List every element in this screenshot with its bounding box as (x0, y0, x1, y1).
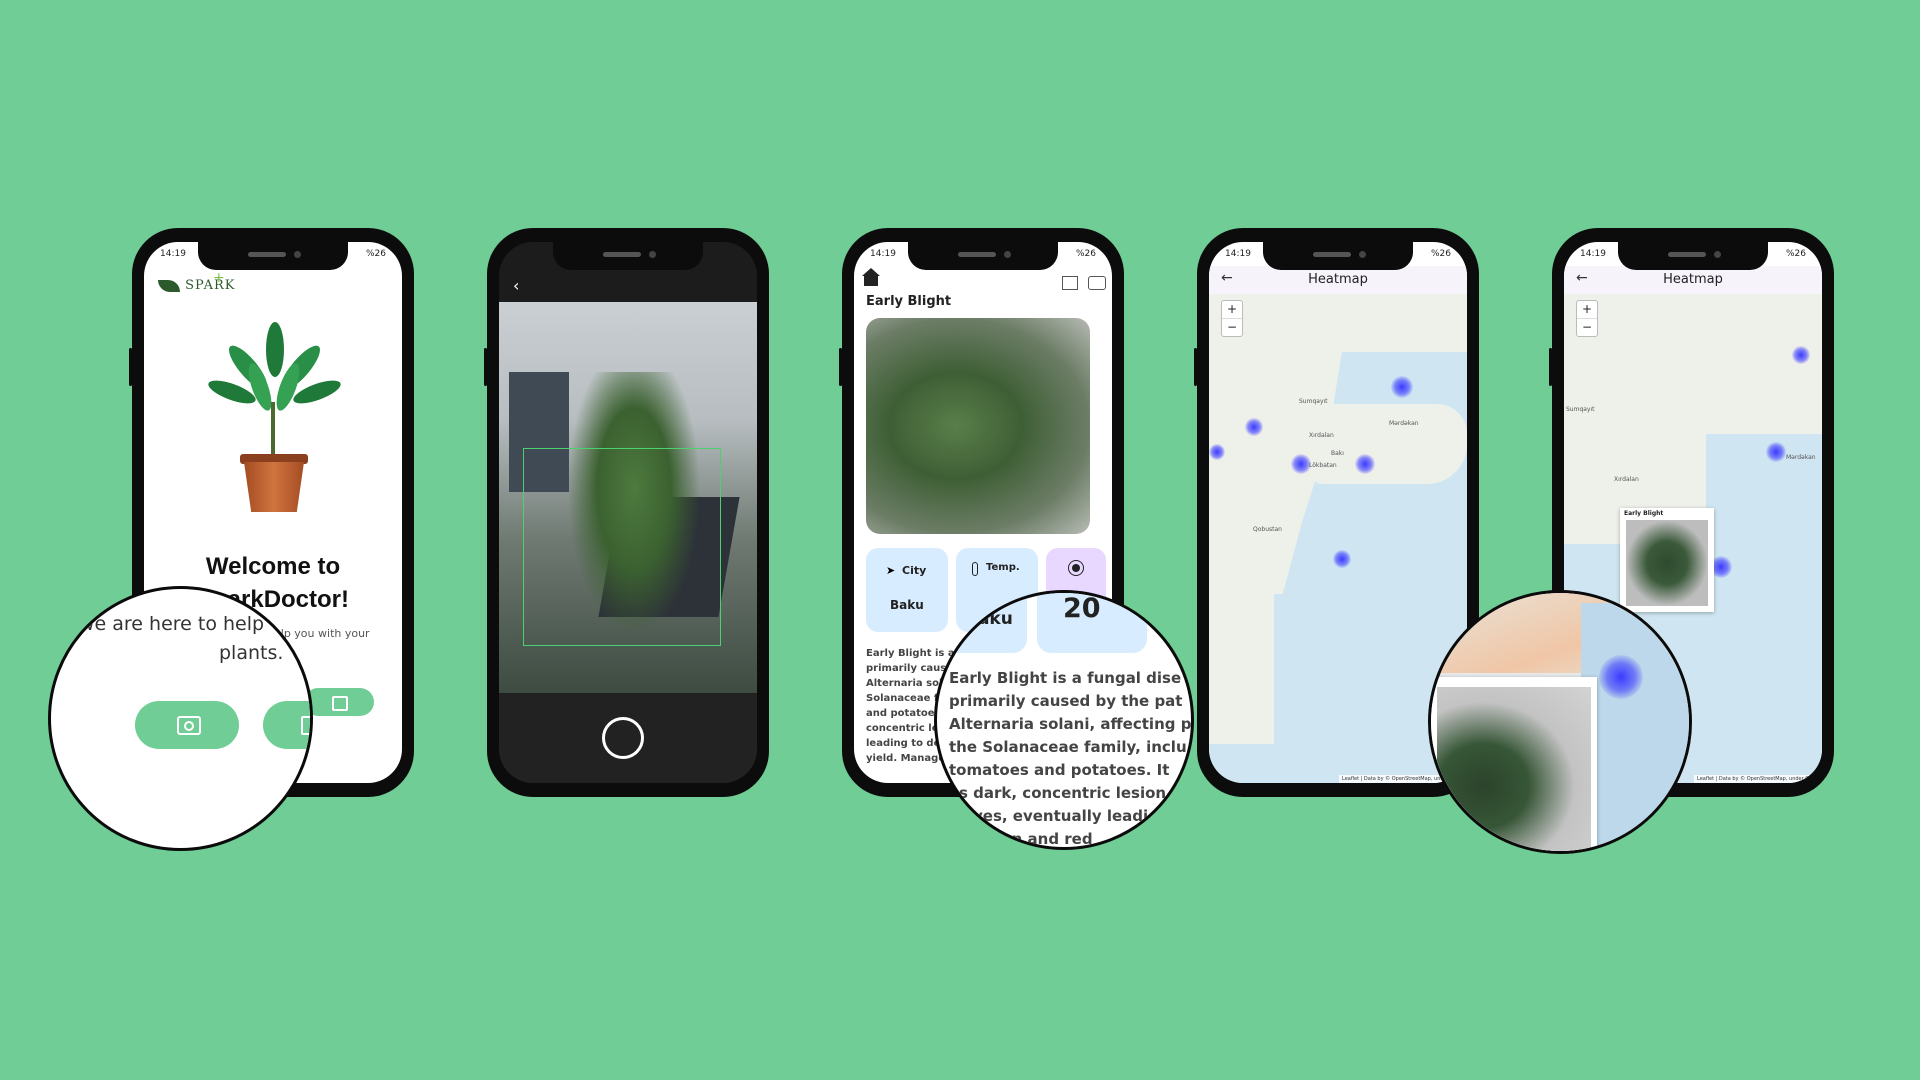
app-bar: ← Heatmap (1564, 266, 1822, 294)
status-battery: %26 (1785, 249, 1806, 259)
zoom-in-button[interactable]: + (1222, 301, 1242, 319)
magnified-description: Early Blight is a fungal dise primarily … (949, 667, 1192, 848)
camera-preview (499, 302, 757, 697)
magnifier-popup (1428, 590, 1692, 854)
phone-notch (1263, 242, 1413, 270)
camera-icon (177, 716, 201, 735)
place-label: Lökbatan (1309, 462, 1337, 469)
magnified-line: s dark, concentric lesion (959, 784, 1167, 802)
status-time: 14:19 (160, 249, 186, 259)
magnified-subtitle-line1: we are here to help (79, 613, 265, 635)
heatmap-screen: 14:19 %26 ← Heatmap Sumqayıt Xırdalan Ba… (1209, 242, 1467, 783)
heatmap-point (1599, 655, 1643, 699)
place-label: Sumqayıt (1299, 398, 1328, 405)
place-label: Mərdəkan (1786, 454, 1816, 461)
heatmap-title: Heatmap (1663, 272, 1723, 287)
status-time: 14:19 (870, 249, 896, 259)
camera-screen: ‹ (499, 242, 757, 783)
zoom-control: + − (1576, 300, 1598, 337)
city-card: ➤ City Baku (866, 548, 948, 632)
magnified-line: ves, eventually leadi (973, 807, 1149, 825)
zoom-out-button[interactable]: − (1577, 319, 1597, 336)
city-label: City (902, 564, 927, 577)
place-label: Xırdalan (1614, 476, 1639, 483)
magnified-popup-photo (1437, 687, 1591, 851)
city-value: Baku (890, 598, 924, 612)
disease-photo (866, 318, 1090, 534)
place-label: Mərdəkan (1389, 420, 1419, 427)
status-time: 14:19 (1580, 249, 1606, 259)
temp-label: Temp. (986, 562, 1020, 573)
camera-controls (499, 693, 757, 783)
place-label: Sumqayıt (1566, 406, 1595, 413)
magnifier-welcome: we are here to help plants. (48, 586, 313, 851)
magnified-line: tion and red (989, 830, 1093, 848)
open-book-button[interactable] (304, 688, 374, 716)
place-label: Bakı (1331, 450, 1344, 457)
magnified-line: tomatoes and potatoes. It (949, 761, 1170, 779)
zoom-in-button[interactable]: + (1577, 301, 1597, 319)
camera-icon[interactable] (1088, 276, 1106, 290)
heatmap-point (1391, 376, 1413, 398)
magnified-city-value: Baku (965, 609, 1013, 629)
plant-illustration (204, 322, 344, 522)
phone-notch (1618, 242, 1768, 270)
status-battery: %26 (1075, 249, 1096, 259)
phone-notch (553, 242, 703, 270)
zoom-out-button[interactable]: − (1222, 319, 1242, 336)
magnified-line: Early Blight is a fungal dise (949, 669, 1182, 687)
scan-frame (523, 448, 721, 646)
heatmap-point (1209, 444, 1225, 460)
leaf-icon (158, 279, 180, 292)
magnified-subtitle-line2: plants. (219, 642, 284, 664)
place-label: Qobustan (1253, 526, 1282, 533)
spark-logo: SPARK + (158, 270, 236, 293)
book-icon (301, 716, 310, 735)
heatmap-point (1792, 346, 1810, 364)
heatmap-point (1245, 418, 1263, 436)
heatmap-point (1766, 442, 1786, 462)
disease-title: Early Blight (866, 294, 952, 309)
sun-icon (1072, 564, 1080, 572)
logo-text: SPARK (185, 278, 236, 293)
guide-button[interactable] (263, 701, 310, 749)
navigation-icon: ➤ (886, 564, 896, 577)
magnified-weather-value: 20 (1063, 593, 1101, 624)
status-battery: %26 (1430, 249, 1451, 259)
popup-title: Early Blight (1624, 510, 1664, 517)
magnified-card-temp: 20 Baku (937, 593, 1027, 653)
magnified-popup (1431, 677, 1597, 851)
home-icon[interactable] (862, 268, 880, 286)
zoom-control: + − (1221, 300, 1243, 337)
book-icon (332, 696, 348, 711)
phone-camera: ‹ (484, 228, 769, 797)
thermometer-icon (972, 562, 978, 576)
plus-icon: + (213, 270, 226, 286)
magnified-line: primarily caused by the pat (949, 692, 1183, 710)
place-label: Xırdalan (1309, 432, 1334, 439)
app-bar: ← Heatmap (1209, 266, 1467, 294)
heatmap-point (1333, 550, 1351, 568)
status-time: 14:19 (1225, 249, 1251, 259)
status-battery: %26 (365, 249, 386, 259)
phone-notch (198, 242, 348, 270)
heatmap-title: Heatmap (1308, 272, 1368, 287)
heatmap-point (1355, 454, 1375, 474)
map-attribution: Leaflet | Data by © OpenStreetMap, under… (1694, 775, 1822, 783)
phone-notch (908, 242, 1058, 270)
map-icon[interactable] (1062, 276, 1078, 290)
magnified-line: Alternaria solani, affecting p (949, 715, 1192, 733)
heatmap-point (1291, 454, 1311, 474)
magnifier-detail: 20 Baku 20 Early Blight is a fungal dise… (934, 590, 1194, 850)
magnified-weather-card: 20 (1037, 593, 1147, 653)
back-arrow-icon[interactable]: ‹ (513, 276, 519, 295)
magnified-line: the Solanaceae family, inclu (949, 738, 1187, 756)
shutter-button[interactable] (602, 717, 644, 759)
camera-button[interactable] (135, 701, 239, 749)
